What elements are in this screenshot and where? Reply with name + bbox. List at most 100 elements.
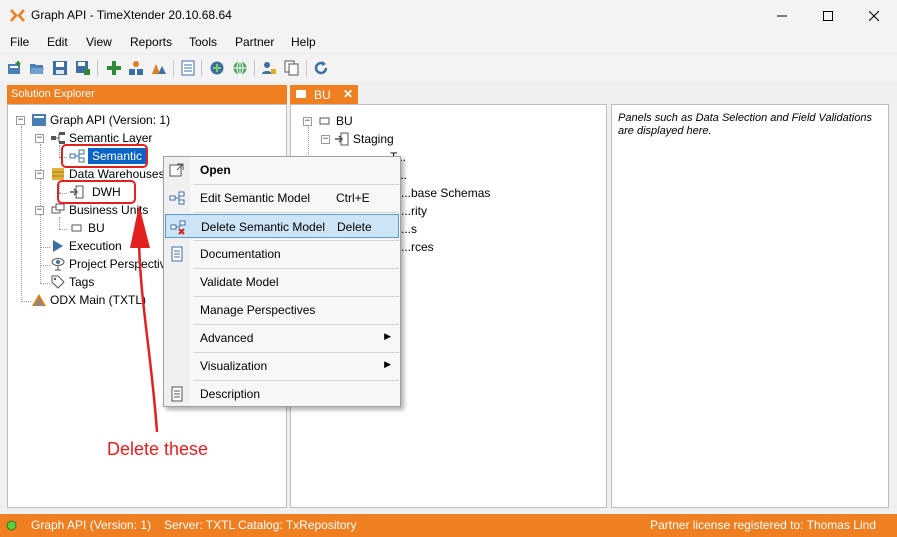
bu-tree-staging[interactable]: Staging [334, 131, 394, 147]
annotation-text: Delete these [107, 439, 209, 459]
menu-file[interactable]: File [10, 35, 29, 49]
tree-node-project-perspectives[interactable]: Project Perspectives [50, 256, 178, 272]
refresh-icon[interactable] [313, 60, 329, 76]
highlight-box-dwh [57, 180, 136, 204]
tree-node-label: Staging [353, 132, 394, 146]
tree-node-business-units[interactable]: Business Units [50, 202, 148, 218]
tree-node-label: BU [88, 221, 105, 235]
status-license: Partner license registered to: Thomas Li… [650, 518, 876, 532]
maximize-button[interactable] [805, 0, 851, 31]
close-window-button[interactable] [851, 0, 897, 31]
collapse-toggle[interactable]: − [35, 134, 44, 143]
context-menu-item-advanced[interactable]: Advanced ▶ [165, 326, 399, 350]
menu-partner[interactable]: Partner [235, 35, 274, 49]
globe-icon[interactable] [232, 60, 248, 76]
details-panel-hint: Panels such as Data Selection and Field … [618, 112, 872, 137]
bu-tree-item-partial[interactable]: ...rces [401, 239, 434, 255]
description-icon [171, 386, 183, 402]
menu-item-shortcut: Ctrl+E [336, 191, 370, 205]
tab-close-icon[interactable]: ✕ [343, 87, 353, 101]
tree-line [40, 265, 50, 266]
maximize-icon [823, 10, 833, 21]
tree-node-odx[interactable]: ODX Main (TXTL) [31, 292, 146, 308]
collapse-toggle[interactable]: − [16, 116, 25, 125]
context-menu-item-manage-perspectives[interactable]: Manage Perspectives [165, 298, 399, 322]
menu-help[interactable]: Help [291, 35, 316, 49]
menu-separator [194, 296, 399, 297]
business-unit-icon [71, 224, 82, 232]
tree-node-tags[interactable]: Tags [50, 274, 94, 290]
submenu-arrow-icon: ▶ [384, 331, 391, 341]
deploy-icon[interactable] [128, 60, 144, 76]
bu-tree-root[interactable]: BU [317, 113, 353, 129]
tree-line [21, 301, 31, 302]
business-units-icon [51, 203, 65, 214]
bu-tree-item-partial[interactable]: ...base Schemas [401, 185, 490, 201]
tree-node-label: Project Perspectives [69, 257, 179, 271]
bu-tree-item-partial[interactable]: ...s [401, 221, 417, 237]
context-menu-item-edit-semantic-model[interactable]: Edit Semantic Model Ctrl+E [165, 186, 399, 210]
timextender-logo-icon [10, 9, 25, 22]
collapse-toggle[interactable]: − [321, 135, 330, 144]
save-as-icon[interactable] [75, 60, 91, 76]
status-bar: Graph API (Version: 1) Server: TXTL Cata… [0, 514, 897, 537]
context-menu-item-delete-semantic-model[interactable]: Delete Semantic Model Delete [165, 214, 399, 238]
tree-node-bu[interactable]: BU [69, 220, 105, 236]
context-menu-item-description[interactable]: Description [165, 382, 399, 406]
details-panel: Panels such as Data Selection and Field … [611, 104, 889, 508]
perspectives-icon [51, 258, 65, 271]
menu-item-label: Description [200, 387, 261, 401]
close-icon [869, 10, 879, 21]
toolbar [0, 55, 897, 81]
tree-line [59, 145, 60, 157]
new-project-icon[interactable] [7, 60, 23, 76]
tree-node-label: ODX Main (TXTL) [50, 293, 147, 307]
solution-explorer-header: Solution Explorer [7, 85, 287, 104]
toolbar-separator [173, 60, 174, 77]
menu-separator [194, 212, 399, 213]
execution-icon [53, 240, 63, 252]
menu-reports[interactable]: Reports [130, 35, 172, 49]
documentation-icon [171, 246, 183, 262]
collapse-toggle[interactable]: − [35, 170, 44, 179]
tab-label: BU [314, 88, 331, 102]
status-server: Server: TXTL Catalog: TxRepository [164, 518, 357, 532]
context-menu-item-visualization[interactable]: Visualization ▶ [165, 354, 399, 378]
tree-node-label: Tags [69, 275, 95, 289]
bu-tree-item-partial[interactable]: ...rity [401, 203, 427, 219]
semantic-layer-icon [51, 132, 65, 144]
delete-model-icon [170, 220, 186, 235]
tab-bu[interactable]: BU ✕ [290, 85, 358, 104]
status-project: Graph API (Version: 1) [31, 518, 152, 532]
window-title: Graph API - TimeXtender 20.10.68.64 [31, 8, 232, 22]
menu-tools[interactable]: Tools [189, 35, 217, 49]
toolbar-separator [97, 60, 98, 77]
menu-separator [194, 268, 399, 269]
menu-edit[interactable]: Edit [47, 35, 68, 49]
add-icon[interactable] [106, 60, 122, 76]
menu-view[interactable]: View [86, 35, 112, 49]
tree-line [40, 283, 50, 284]
context-menu-item-validate-model[interactable]: Validate Model [165, 270, 399, 294]
connect-icon[interactable] [209, 60, 225, 76]
title-bar: Graph API - TimeXtender 20.10.68.64 [0, 0, 897, 31]
execute-icon[interactable] [151, 60, 167, 76]
tree-node-execution[interactable]: Execution [50, 238, 122, 254]
tree-node-label: Business Units [69, 203, 149, 217]
context-menu-item-open[interactable]: Open [165, 158, 399, 182]
menu-item-label: Validate Model [200, 275, 279, 289]
copy-icon[interactable] [284, 60, 300, 76]
collapse-toggle[interactable]: − [35, 206, 44, 215]
open-icon[interactable] [29, 60, 45, 76]
menu-item-label: Delete Semantic Model [201, 220, 326, 234]
toolbar-separator [201, 60, 202, 77]
context-menu-item-documentation[interactable]: Documentation [165, 242, 399, 266]
collapse-toggle[interactable]: − [303, 117, 312, 126]
tree-node-label: Data Warehouses [69, 167, 165, 181]
tree-node-root[interactable]: Graph API (Version: 1) [31, 112, 170, 128]
document-icon[interactable] [180, 60, 196, 76]
menu-bar: File Edit View Reports Tools Partner Hel… [0, 31, 897, 53]
user-icon[interactable] [261, 60, 277, 76]
minimize-button[interactable] [759, 0, 805, 31]
save-icon[interactable] [52, 60, 68, 76]
